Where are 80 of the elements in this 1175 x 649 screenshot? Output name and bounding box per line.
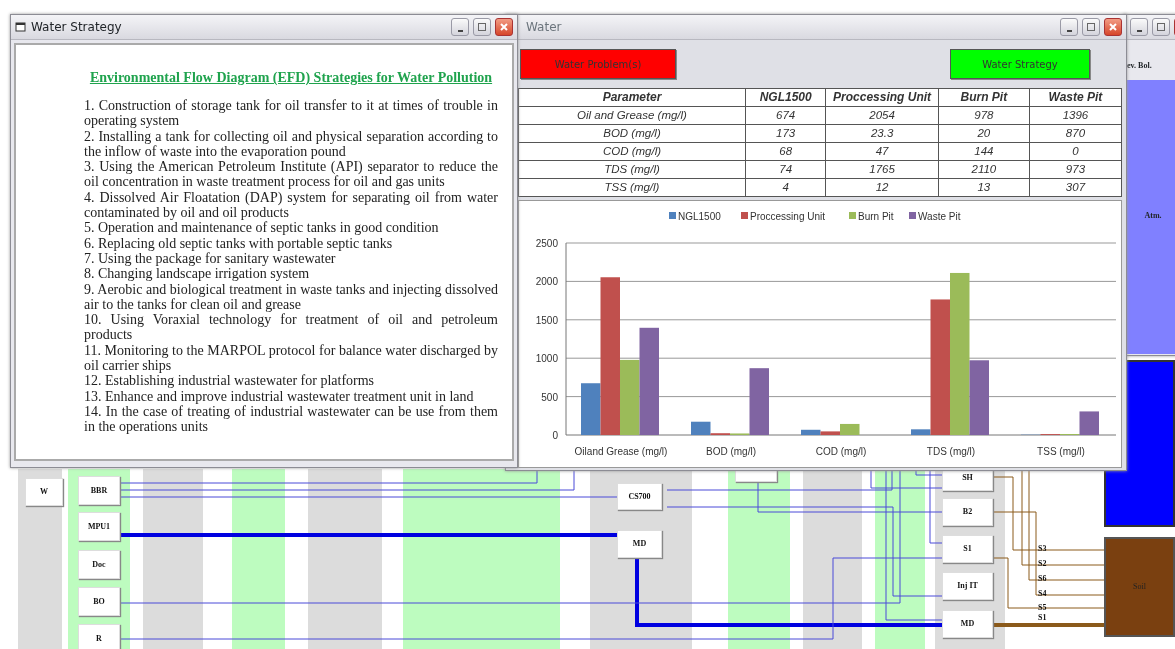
minimize-button[interactable]: [451, 18, 469, 36]
stream-label: S6: [1038, 574, 1047, 583]
axis-tick-label: 2000: [535, 276, 558, 288]
strategy-item: 3. Using the American Petroleum Institute (API) separator to reduce the oil concentration in waste treatment process for oil and gas units: [84, 159, 498, 190]
strategy-item: 9. Aerobic and biological treatment in waste tanks and injecting dissolved air to the tanks for clean oil and grease: [84, 281, 498, 313]
strategy-item: 7. Using the package for sanitary wastewater: [84, 250, 336, 267]
column-header: Proccessing Unit: [825, 88, 939, 107]
diagram-node: S1: [942, 535, 993, 563]
diagram-node: B2: [942, 498, 993, 526]
stream-label: S5: [1038, 603, 1047, 612]
maximize-icon: [477, 22, 487, 32]
legend-label: NGL1500: [678, 211, 721, 222]
column-header: Waste Pit: [1029, 88, 1122, 107]
axis-category-label: TDS (mg/l): [926, 446, 976, 457]
minimize-button[interactable]: [1060, 18, 1078, 36]
axis-tick-label: 500: [541, 391, 558, 403]
strategy-item: 13. Enhance and improve industrial wastewater treatment unit in land: [84, 388, 475, 404]
atmosphere-panel: Atm.: [1127, 80, 1175, 354]
soil-tank: Soil: [1104, 537, 1175, 637]
axis-tick-label: 1500: [535, 314, 558, 326]
strategy-item: 6. Replacing old septic tanks with portable septic tanks: [84, 235, 394, 251]
panel-header: ev. Bol.: [1126, 60, 1153, 72]
legend-swatch: [741, 212, 748, 219]
maximize-icon: [1156, 22, 1166, 32]
window-title: Water: [526, 19, 562, 36]
diagram-node: BO: [78, 587, 120, 616]
strategy-item: 2. Installing a tank for collecting oil and physical separation according to the inflow of waste into the evaporation pound: [84, 128, 498, 160]
strategies-heading: Environmental Flow Diagram (EFD) Strategies for Water Pollution: [88, 69, 494, 87]
diagram-node: MPU1: [78, 512, 120, 541]
maximize-button[interactable]: [1082, 18, 1100, 36]
axis-tick-label: 0: [552, 430, 558, 441]
diagram-node: W: [25, 478, 63, 506]
column-header: NGL1500: [745, 88, 826, 107]
minimize-icon: [1066, 30, 1072, 32]
stream-label: S3: [1038, 544, 1047, 553]
axis-tick-label: 1000: [535, 353, 558, 365]
strategy-item: 14. In the case of treating of industrial wastewater can be use from them in the operations units: [84, 403, 498, 435]
axis-category-label: COD (mg/l): [815, 446, 867, 457]
strategy-item: 12. Establishing industrial wastewater for platforms: [84, 373, 376, 389]
maximize-button[interactable]: [473, 18, 491, 36]
legend-swatch: [909, 212, 916, 219]
axis-category-label: BOD (mg/l): [706, 446, 756, 457]
legend-swatch: [669, 212, 676, 219]
axis-tick-label: 2500: [535, 238, 558, 249]
stream-label: S2: [1038, 559, 1047, 568]
window-title: Water Strategy: [31, 19, 122, 36]
maximize-icon: [1086, 22, 1096, 32]
diagram-node: MD: [617, 530, 662, 558]
strategy-item: 5. Operation and maintenance of septic tanks in good condition: [84, 220, 440, 236]
diagram-node: Inj IT: [942, 572, 993, 600]
legend-swatch: [849, 212, 856, 219]
strategy-button[interactable]: Water Strategy: [950, 49, 1090, 79]
strategy-item: 1. Construction of storage tank for oil transfer to it at times of trouble in operating system: [84, 98, 498, 129]
strategy-item: 4. Dissolved Air Floatation (DAP) system for separating oil from water contaminated by oil and oil products: [84, 189, 498, 221]
close-button[interactable]: [1104, 18, 1122, 36]
legend-label: Burn Pit: [858, 211, 894, 222]
diagram-node: Doc: [78, 550, 120, 579]
minimize-icon: [457, 30, 463, 32]
close-icon: [499, 22, 509, 32]
window-icon: [15, 21, 27, 33]
diagram-node: R: [78, 624, 120, 649]
close-icon: [1108, 22, 1118, 32]
legend-label: Waste Pit: [918, 211, 961, 222]
close-button[interactable]: [495, 18, 513, 36]
legend-label: Proccessing Unit: [750, 211, 826, 222]
minimize-button[interactable]: [1130, 18, 1148, 36]
axis-category-label: Oiland Grease (mg/l): [574, 446, 668, 457]
strategy-item: 8. Changing landscape irrigation system: [84, 266, 311, 282]
strategy-item: 11. Monitoring to the MARPOL protocol for balance water discharged by oil carrier ships: [84, 342, 498, 374]
diagram-node: MD: [942, 610, 993, 638]
strategy-item: 10. Using Voraxial technology for treatment of oil and petroleum products: [84, 312, 498, 343]
maximize-button[interactable]: [1152, 18, 1170, 36]
axis-category-label: TSS (mg/l): [1037, 446, 1085, 457]
column-header: Burn Pit: [938, 88, 1030, 107]
column-header: Parameter: [518, 88, 746, 107]
diagram-node: BBR: [78, 476, 120, 505]
stream-label: S4: [1038, 589, 1047, 598]
minimize-icon: [1136, 30, 1142, 32]
diagram-node: CS700: [617, 483, 662, 510]
stream-label: S1: [1038, 613, 1047, 622]
